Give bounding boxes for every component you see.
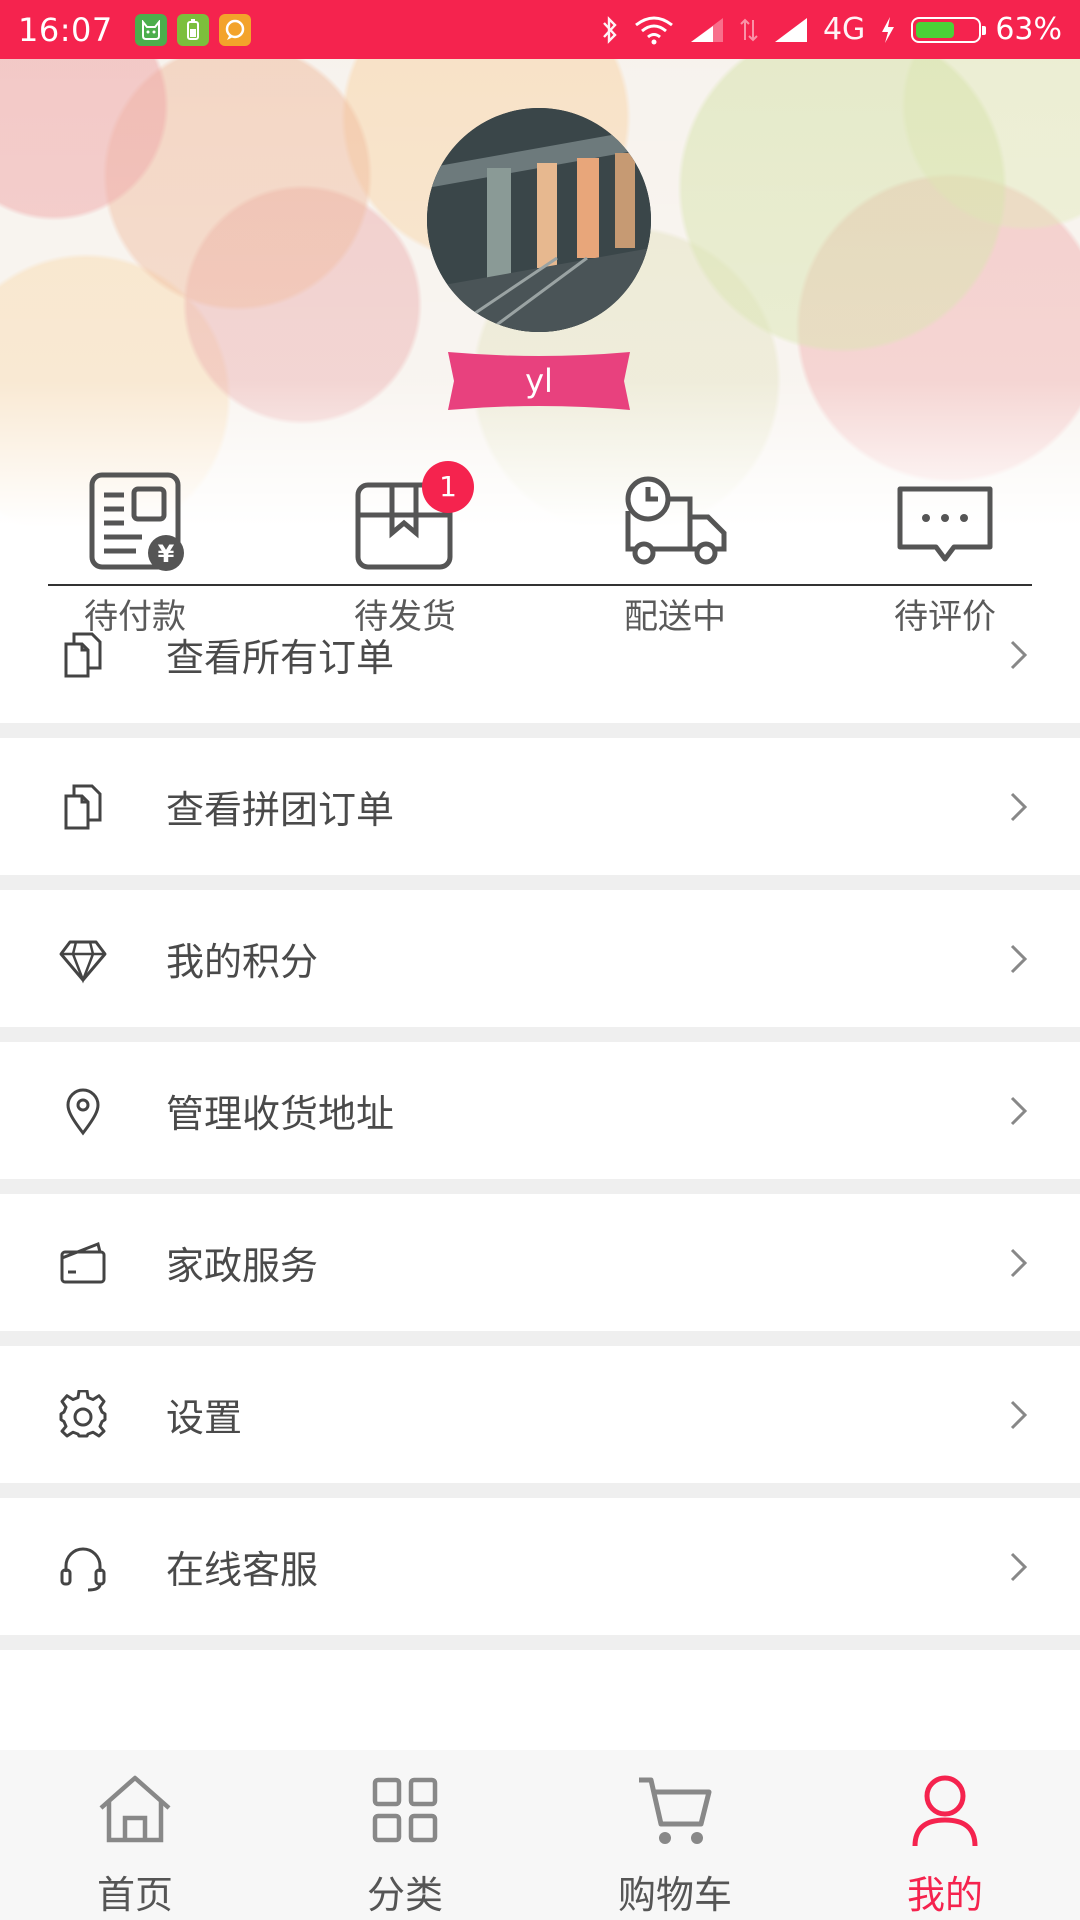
category-grid-icon bbox=[372, 1777, 438, 1843]
chevron-right-icon bbox=[1010, 1552, 1028, 1581]
username-ribbon: yl bbox=[448, 348, 630, 414]
wifi-icon bbox=[635, 16, 673, 44]
header-divider bbox=[48, 584, 1032, 586]
order-status-label: 配送中 bbox=[624, 597, 726, 637]
chat-app-icon bbox=[218, 13, 251, 46]
menu-item-label: 我的积分 bbox=[166, 940, 319, 984]
menu-item-label: 家政服务 bbox=[166, 1244, 319, 1288]
menu-separator bbox=[0, 875, 1080, 890]
menu-separator bbox=[0, 1635, 1080, 1650]
chevron-right-icon bbox=[1010, 1400, 1028, 1429]
delivery-truck-icon bbox=[620, 469, 730, 579]
user-icon bbox=[912, 1775, 978, 1847]
nav-item-category[interactable]: 分类 bbox=[270, 1750, 540, 1920]
avatar[interactable] bbox=[427, 108, 651, 332]
battery-level bbox=[916, 21, 955, 38]
menu-item-label: 在线客服 bbox=[166, 1548, 319, 1592]
menu-item-label: 查看拼团订单 bbox=[166, 788, 395, 832]
order-status-in-delivery[interactable]: 配送中 bbox=[540, 457, 810, 637]
menu-list: 查看所有订单 查看拼团订单 我的积分 管理收货地址 家政服务 设置 在线客服 bbox=[0, 586, 1080, 1650]
data-icon bbox=[740, 18, 758, 41]
signal-icon bbox=[690, 17, 723, 42]
pending-payment-icon: ¥ bbox=[80, 469, 190, 579]
review-chat-icon bbox=[890, 469, 1000, 579]
order-status-label: 待付款 bbox=[84, 597, 186, 637]
cart-icon bbox=[639, 1777, 712, 1844]
status-time: 16:07 bbox=[18, 10, 113, 49]
order-status-label: 待发货 bbox=[354, 597, 456, 637]
wallet-icon bbox=[60, 1241, 106, 1283]
battery-percent: 63% bbox=[995, 12, 1062, 47]
menu-separator bbox=[0, 723, 1080, 738]
nav-item-cart[interactable]: 购物车 bbox=[540, 1750, 810, 1920]
status-bar: 16:07 4G 63% bbox=[0, 0, 1080, 59]
location-pin-icon bbox=[66, 1088, 100, 1135]
chevron-right-icon bbox=[1010, 1096, 1028, 1125]
svg-text:¥: ¥ bbox=[158, 540, 175, 568]
menu-item-housekeeping[interactable]: 家政服务 bbox=[0, 1194, 1080, 1331]
order-status-bar: ¥ 待付款 1 待发货 配送中 待评价 bbox=[0, 457, 1080, 637]
signal-icon bbox=[774, 17, 807, 42]
username: yl bbox=[525, 362, 553, 400]
chevron-right-icon bbox=[1010, 792, 1028, 821]
gear-icon bbox=[59, 1389, 107, 1437]
charging-icon bbox=[882, 16, 895, 43]
menu-item-label: 设置 bbox=[166, 1396, 243, 1440]
home-icon bbox=[99, 1775, 171, 1843]
menu-item-customer-service[interactable]: 在线客服 bbox=[0, 1498, 1080, 1635]
screen: 16:07 4G 63% yl ¥ 待付款 1 待发货 配送中 待评价 查看所有… bbox=[0, 0, 1080, 1920]
nav-label: 购物车 bbox=[617, 1873, 732, 1917]
nav-label: 首页 bbox=[96, 1873, 173, 1917]
document-icon bbox=[64, 784, 102, 829]
status-right: 4G 63% bbox=[601, 12, 1062, 47]
nav-label: 我的 bbox=[906, 1873, 983, 1917]
network-type: 4G bbox=[822, 12, 866, 47]
chevron-right-icon bbox=[1010, 640, 1028, 669]
chevron-right-icon bbox=[1010, 944, 1028, 973]
menu-item-settings[interactable]: 设置 bbox=[0, 1346, 1080, 1483]
order-status-pending-shipment[interactable]: 1 待发货 bbox=[270, 457, 540, 637]
menu-item-points[interactable]: 我的积分 bbox=[0, 890, 1080, 1027]
menu-separator bbox=[0, 1027, 1080, 1042]
menu-item-label: 管理收货地址 bbox=[166, 1092, 395, 1136]
menu-separator bbox=[0, 1179, 1080, 1194]
order-status-label: 待评价 bbox=[894, 597, 996, 637]
profile-header: yl ¥ 待付款 1 待发货 配送中 待评价 bbox=[0, 59, 1080, 644]
nav-item-home[interactable]: 首页 bbox=[0, 1750, 270, 1920]
order-status-pending-payment[interactable]: ¥ 待付款 bbox=[0, 457, 270, 637]
menu-item-address[interactable]: 管理收货地址 bbox=[0, 1042, 1080, 1179]
nav-item-mine[interactable]: 我的 bbox=[810, 1750, 1080, 1920]
nav-label: 分类 bbox=[366, 1873, 443, 1917]
menu-separator bbox=[0, 1483, 1080, 1498]
battery-icon bbox=[911, 16, 987, 43]
pending-shipment-badge: 1 bbox=[422, 461, 474, 513]
bottom-nav: 首页 分类 购物车 我的 bbox=[0, 1750, 1080, 1920]
cat-app-icon bbox=[134, 13, 167, 46]
menu-item-group-orders[interactable]: 查看拼团订单 bbox=[0, 738, 1080, 875]
notification-icons bbox=[134, 13, 251, 46]
diamond-icon bbox=[59, 940, 107, 983]
pending-shipment-icon: 1 bbox=[350, 461, 474, 579]
bluetooth-icon bbox=[603, 15, 617, 44]
battery-app-icon bbox=[176, 13, 209, 46]
menu-separator bbox=[0, 1331, 1080, 1346]
chevron-right-icon bbox=[1010, 1248, 1028, 1277]
order-status-pending-review[interactable]: 待评价 bbox=[810, 457, 1080, 637]
headset-icon bbox=[60, 1547, 106, 1591]
